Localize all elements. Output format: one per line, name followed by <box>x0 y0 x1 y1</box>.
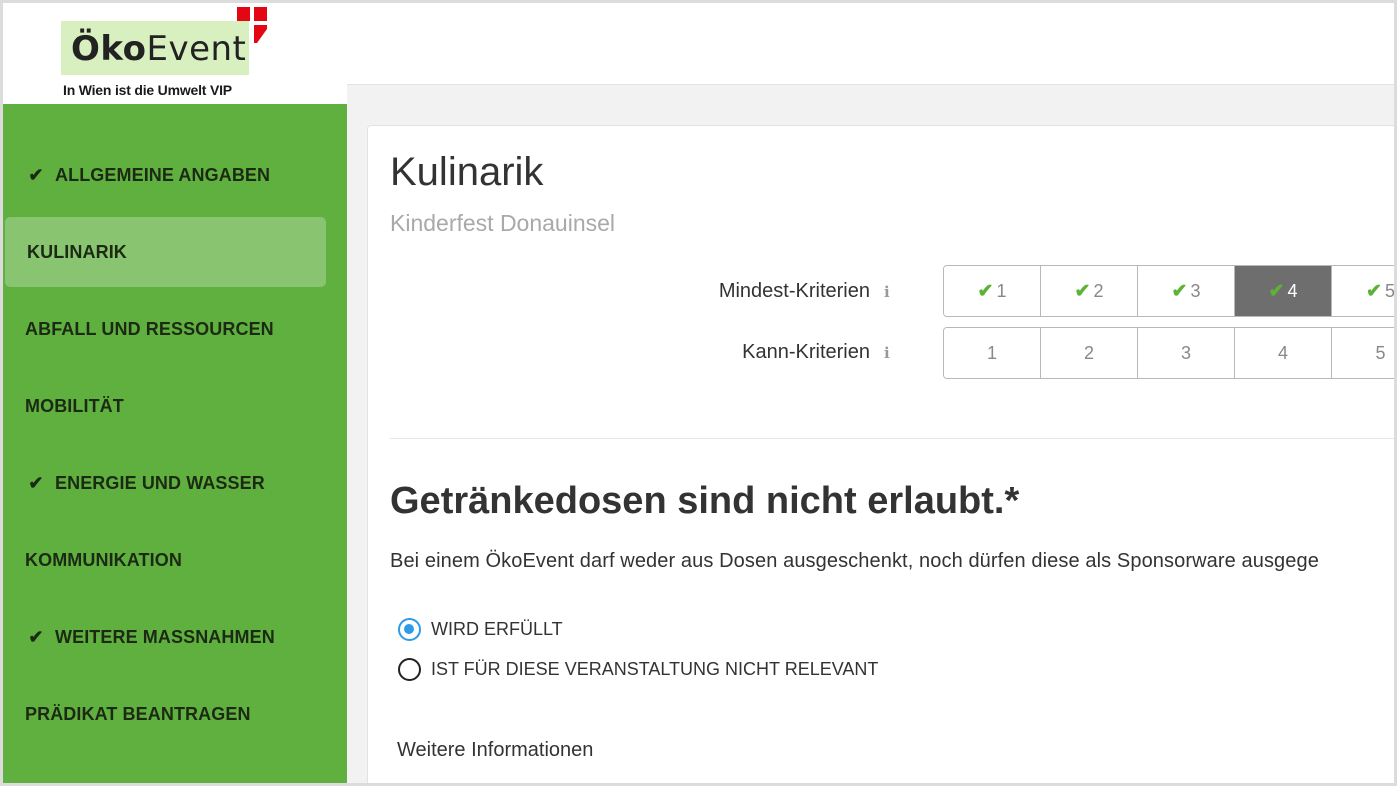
button-label: 1 <box>996 280 1007 301</box>
mindest-criterion-1-button[interactable]: ✔ 1 <box>944 266 1041 316</box>
question-title: Getränkedosen sind nicht erlaubt.* <box>390 480 1020 522</box>
sidebar-item-allgemeine-angaben[interactable]: ✔ ALLGEMEINE ANGABEN <box>3 140 347 210</box>
mindest-kriterien-buttons: ✔ 1 ✔ 2 ✔ 3 ✔ 4 ✔ 5 <box>943 265 1394 317</box>
kann-criterion-4-button[interactable]: 4 <box>1235 328 1332 378</box>
button-label: 5 <box>1384 280 1394 301</box>
check-icon: ✔ <box>1074 280 1091 302</box>
radio-option-wird-erfuellt[interactable]: WIRD ERFÜLLT <box>398 618 563 641</box>
mindest-kriterien-label: Mindest-Kriterien <box>718 280 870 302</box>
info-icon[interactable]: i <box>884 344 890 362</box>
sidebar-item-label: KULINARIK <box>27 241 127 262</box>
logo-area: ÖkoEvent In Wien ist die Umwelt VIP <box>3 3 347 104</box>
sidebar-item-weitere-massnahmen[interactable]: ✔ WEITERE MASSNAHMEN <box>3 602 347 672</box>
sidebar-item-kommunikation[interactable]: KOMMUNIKATION <box>3 525 347 595</box>
sidebar-item-kulinarik[interactable]: KULINARIK <box>5 217 326 287</box>
content-card: Kulinarik Kinderfest Donauinsel Mindest-… <box>367 125 1394 783</box>
kann-criterion-2-button[interactable]: 2 <box>1041 328 1138 378</box>
check-icon: ✔ <box>28 472 44 493</box>
more-info-heading: Weitere Informationen <box>397 739 594 761</box>
radio-option-label: WIRD ERFÜLLT <box>431 619 563 639</box>
kann-criterion-1-button[interactable]: 1 <box>944 328 1041 378</box>
sidebar-item-mobilitaet[interactable]: MOBILITÄT <box>3 371 347 441</box>
check-icon: ✔ <box>977 280 994 302</box>
radio-option-label: IST FÜR DIESE VERANSTALTUNG NICHT RELEVA… <box>431 659 879 679</box>
vienna-flag-icon <box>237 7 267 43</box>
logo-brand-rest: Event <box>146 29 247 69</box>
sidebar-item-label: MOBILITÄT <box>25 395 124 416</box>
mindest-criterion-3-button[interactable]: ✔ 3 <box>1138 266 1235 316</box>
check-icon: ✔ <box>28 164 44 185</box>
kann-kriterien-buttons: 1 2 3 4 5 <box>943 327 1394 379</box>
check-icon: ✔ <box>1171 280 1188 302</box>
button-label: 4 <box>1287 280 1298 301</box>
mindest-criterion-5-button[interactable]: ✔ 5 <box>1332 266 1394 316</box>
logo-tagline: In Wien ist die Umwelt VIP <box>63 82 232 98</box>
top-bar <box>347 3 1394 85</box>
section-divider <box>390 438 1394 439</box>
mindest-criterion-4-button[interactable]: ✔ 4 <box>1235 266 1332 316</box>
sidebar-item-label: PRÄDIKAT BEANTRAGEN <box>25 703 251 724</box>
page-title: Kulinarik <box>390 150 544 194</box>
sidebar-item-label: ABFALL UND RESSOURCEN <box>25 318 274 339</box>
sidebar-item-abfall-und-ressourcen[interactable]: ABFALL UND RESSOURCEN <box>3 294 347 364</box>
question-description: Bei einem ÖkoEvent darf weder aus Dosen … <box>390 550 1319 572</box>
button-label: 2 <box>1093 280 1104 301</box>
logo-brand-bold: Öko <box>71 29 147 69</box>
mindest-criterion-2-button[interactable]: ✔ 2 <box>1041 266 1138 316</box>
page-subtitle: Kinderfest Donauinsel <box>390 210 616 236</box>
kann-criterion-5-button[interactable]: 5 <box>1332 328 1394 378</box>
check-icon: ✔ <box>1366 280 1382 302</box>
logo-brand[interactable]: ÖkoEvent <box>71 29 246 69</box>
radio-option-nicht-relevant[interactable]: IST FÜR DIESE VERANSTALTUNG NICHT RELEVA… <box>398 658 878 681</box>
kann-criterion-3-button[interactable]: 3 <box>1138 328 1235 378</box>
check-icon: ✔ <box>28 626 44 647</box>
sidebar-item-label: ENERGIE UND WASSER <box>55 472 265 493</box>
sidebar-item-label: KOMMUNIKATION <box>25 549 182 570</box>
sidebar-item-praedikat-beantragen[interactable]: PRÄDIKAT BEANTRAGEN <box>3 679 347 749</box>
radio-button-checked[interactable] <box>398 618 421 641</box>
sidebar-item-label: WEITERE MASSNAHMEN <box>55 626 275 647</box>
sidebar-item-label: ALLGEMEINE ANGABEN <box>55 164 271 185</box>
button-label: 3 <box>1190 280 1201 301</box>
check-icon: ✔ <box>1268 280 1285 302</box>
sidebar-item-energie-und-wasser[interactable]: ✔ ENERGIE UND WASSER <box>3 448 347 518</box>
app-frame: ÖkoEvent In Wien ist die Umwelt VIP ✔ AL… <box>3 3 1394 783</box>
radio-button[interactable] <box>398 658 421 681</box>
sidebar: ✔ ALLGEMEINE ANGABEN KULINARIK ABFALL UN… <box>3 104 347 783</box>
info-icon[interactable]: i <box>884 283 890 301</box>
kann-kriterien-label: Kann-Kriterien <box>742 341 870 363</box>
